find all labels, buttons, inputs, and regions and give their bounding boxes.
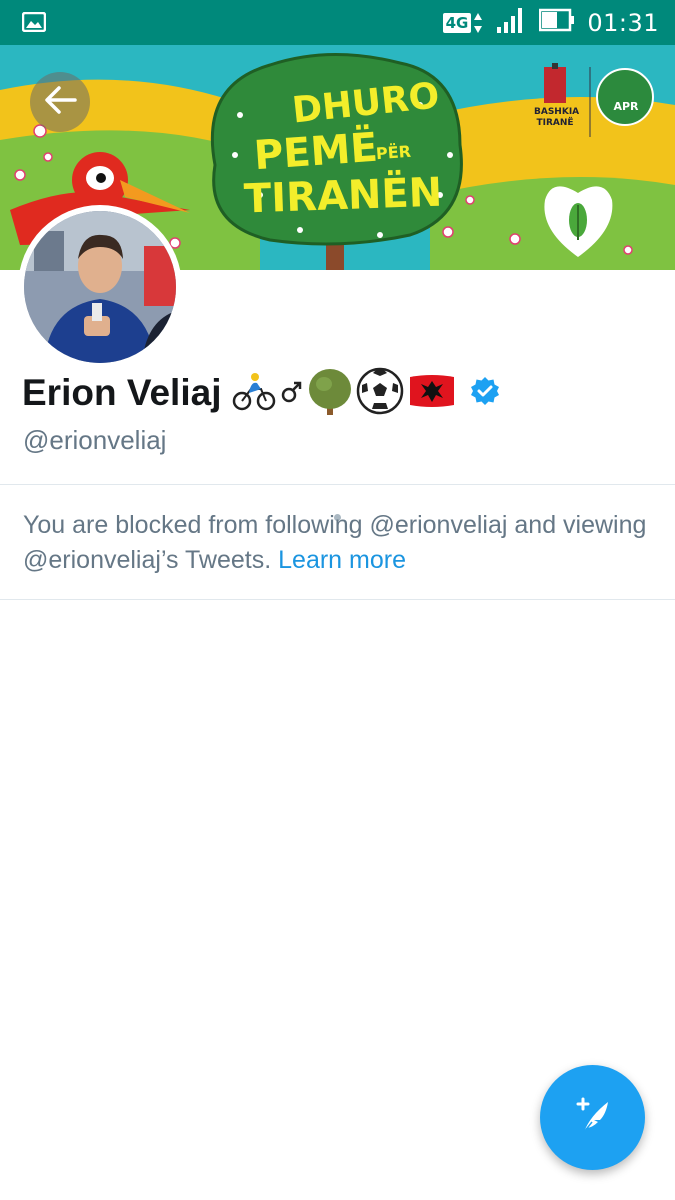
- name-emoji-row: [231, 367, 500, 420]
- tirane-label: TIRANË: [536, 118, 574, 128]
- signal-icon: [495, 6, 527, 39]
- learn-more-link[interactable]: Learn more: [278, 546, 406, 574]
- avatar[interactable]: [18, 205, 182, 369]
- male-sign-icon: [280, 377, 304, 410]
- divider-top: [0, 484, 675, 485]
- banner-title-line3: TIRANËN: [243, 169, 443, 223]
- cyclist-icon: [231, 371, 277, 416]
- albania-flag-icon: [407, 371, 457, 416]
- image-notification-icon: [21, 11, 47, 37]
- verified-badge-icon: [470, 376, 500, 411]
- profile-handle: @erionveliaj: [23, 425, 167, 455]
- tree-icon: [307, 367, 353, 420]
- clock: 01:31: [587, 8, 659, 37]
- network-arrows-icon: [473, 11, 483, 35]
- status-bar: 4G 01:31: [0, 0, 675, 45]
- banner-title-per: PËR: [375, 141, 412, 164]
- profile-name: Erion Veliaj: [22, 372, 222, 413]
- divider-bottom: [0, 599, 675, 600]
- back-arrow-icon: [43, 85, 77, 120]
- status-icons: 4G 01:31: [442, 0, 659, 45]
- bashkia-tirane-logo: BASHKIA TIRANË: [534, 107, 580, 129]
- soccer-ball-icon: [356, 367, 404, 420]
- bashkia-label: BASHKIA: [534, 107, 580, 117]
- back-button[interactable]: [30, 72, 90, 132]
- profile-name-row: Erion Veliaj: [22, 367, 500, 420]
- apr-logo: APR: [612, 101, 640, 112]
- profile-photo: [24, 211, 176, 363]
- compose-tweet-icon: [568, 1090, 618, 1145]
- compose-tweet-button[interactable]: [540, 1065, 645, 1170]
- battery-icon: [539, 8, 575, 37]
- apr-label: APR: [613, 100, 639, 113]
- blocked-message: You are blocked from following @erionvel…: [23, 508, 653, 578]
- banner-title-line2: PEMË: [252, 124, 380, 180]
- network-type: 4G: [442, 12, 472, 33]
